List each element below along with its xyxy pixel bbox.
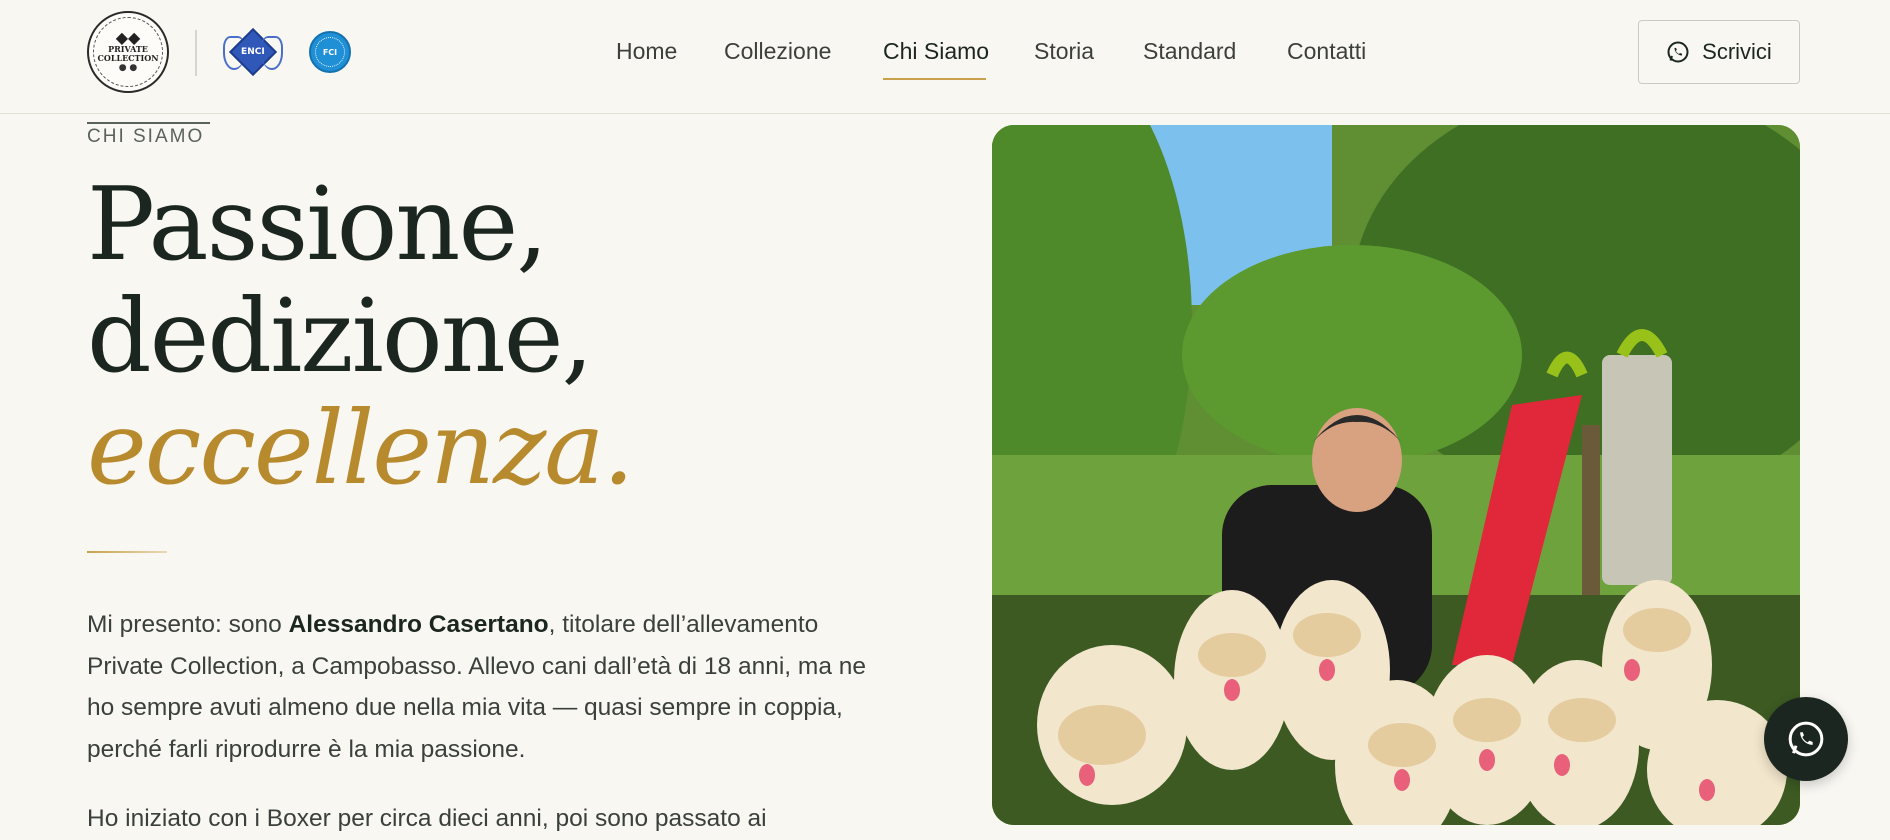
enci-logo[interactable]: ENCI (221, 27, 285, 77)
site-header: ◆◆ PRIVATE COLLECTION ● ● ENCI FCI Home … (0, 0, 1890, 114)
title-line-2: dedizione, (87, 277, 594, 395)
nav-active-indicator (883, 78, 986, 80)
fci-logo[interactable]: FCI (309, 31, 351, 73)
nav-contatti[interactable]: Contatti (1287, 38, 1366, 65)
photo-illustration (992, 125, 1800, 825)
intro-prefix: Mi presento: sono (87, 611, 289, 638)
nav-home[interactable]: Home (616, 38, 677, 65)
eyebrow-rule (87, 122, 210, 124)
seal-text-1: PRIVATE (108, 44, 148, 54)
nav-storia[interactable]: Storia (1034, 38, 1094, 65)
breeder-photo (992, 125, 1800, 825)
whatsapp-icon (1667, 41, 1689, 63)
page-title: Passione, dedizione, eccellenza. (87, 165, 635, 507)
section-eyebrow: CHI SIAMO (87, 126, 205, 147)
nav-chi-siamo[interactable]: Chi Siamo (883, 38, 989, 65)
title-line-1: Passione, (87, 165, 548, 283)
enci-wing-right-icon (261, 36, 283, 70)
nav-collezione[interactable]: Collezione (724, 38, 831, 65)
nav-standard[interactable]: Standard (1143, 38, 1236, 65)
owner-name: Alessandro Casertano (288, 611, 549, 638)
second-paragraph: Ho iniziato con i Boxer per circa dieci … (87, 805, 767, 832)
scrivici-label: Scrivici (1702, 39, 1772, 64)
whatsapp-floating-button[interactable] (1764, 697, 1848, 781)
gold-divider (87, 551, 167, 553)
seal-text-2: COLLECTION (97, 53, 159, 63)
dogs-emblem-icon: ◆◆ (115, 28, 141, 47)
private-collection-logo[interactable]: ◆◆ PRIVATE COLLECTION ● ● (87, 11, 169, 93)
fci-logo-text: FCI (322, 47, 338, 57)
whatsapp-icon (1788, 721, 1824, 757)
scrivici-button[interactable]: Scrivici (1638, 20, 1800, 84)
title-line-3: eccellenza. (87, 389, 635, 507)
seal-medals-icon: ● ● (118, 63, 138, 73)
logo-divider (195, 30, 197, 76)
intro-paragraph: Mi presento: sono Alessandro Casertano, … (87, 604, 877, 770)
